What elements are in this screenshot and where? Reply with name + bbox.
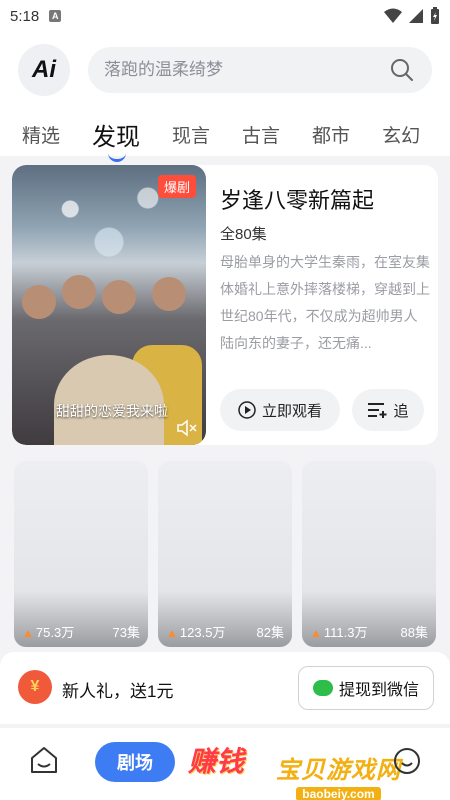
drama-grid-card[interactable]: ▲ 75.3万 73集 — [14, 461, 148, 647]
bonus-text: 新人礼，送1元 — [62, 682, 174, 701]
poster-figure — [62, 275, 96, 309]
episode-total: 73集 — [112, 625, 140, 640]
watermark-sub: baobeiy.com — [296, 787, 381, 800]
tab-ancient-romance[interactable]: 古言 — [242, 121, 280, 148]
search-bar[interactable] — [88, 47, 432, 93]
site-watermark: 宝贝游戏网 baobeiy.com — [276, 750, 401, 800]
follow-button[interactable]: 追 — [352, 389, 424, 431]
play-icon — [238, 401, 256, 419]
episode-total: 88集 — [400, 625, 428, 640]
featured-title[interactable]: 岁逢八零新篇起 — [220, 183, 374, 215]
tab-fantasy[interactable]: 玄幻 — [382, 121, 420, 148]
newcomer-bonus-bar: ¥ 新人礼，送1元 提现到微信 — [0, 652, 450, 724]
profile-icon[interactable] — [392, 746, 422, 776]
hot-badge: 爆剧 — [157, 175, 196, 198]
featured-synopsis: 母胎单身的大学生秦雨，在室友集体婚礼上意外摔落楼梯，穿越到上世纪80年代，不仅成… — [220, 254, 430, 351]
tab-modern-romance[interactable]: 现言 — [172, 121, 210, 148]
header: Ai 精选 发现 现言 古言 都市 玄幻 — [0, 32, 450, 162]
app-logo[interactable]: Ai — [18, 44, 70, 96]
episode-total: 82集 — [256, 625, 284, 640]
status-time: 5:18 — [10, 7, 40, 25]
featured-info: 岁逢八零新篇起 全80集 母胎单身的大学生秦雨，在室友集体婚礼上意外摔落楼梯，穿… — [220, 165, 430, 445]
search-icon[interactable] — [390, 58, 414, 82]
view-count: ▲ 75.3万 — [22, 622, 74, 641]
tab-discover[interactable]: 发现 — [92, 117, 140, 162]
battery-icon — [431, 7, 439, 24]
watermark-main: 宝贝游戏网 — [276, 757, 401, 784]
grid-card-meta: ▲ 75.3万 73集 — [14, 622, 148, 641]
watch-now-label: 立即观看 — [261, 402, 322, 420]
grid-card-meta: ▲ 123.5万 82集 — [158, 622, 292, 641]
mute-icon[interactable] — [176, 419, 198, 437]
home-icon[interactable] — [28, 744, 60, 776]
search-input[interactable] — [104, 60, 374, 80]
tab-selected[interactable]: 精选 — [22, 121, 60, 148]
fire-icon: ▲ — [310, 626, 322, 640]
view-count: ▲ 123.5万 — [166, 622, 225, 641]
poster-figure — [102, 280, 136, 314]
drama-grid-card[interactable]: ▲ 111.3万 88集 — [302, 461, 436, 647]
poster-figure — [22, 285, 56, 319]
notification-icon: A — [49, 10, 62, 22]
fire-icon: ▲ — [22, 626, 34, 640]
add-to-list-icon — [368, 403, 387, 418]
view-count-value: 123.5万 — [179, 625, 226, 640]
view-count-value: 111.3万 — [323, 625, 368, 640]
nav-theater-button[interactable]: 剧场 — [95, 742, 175, 782]
episode-count: 全80集 — [220, 226, 267, 243]
grid-card-meta: ▲ 111.3万 88集 — [302, 622, 436, 641]
wifi-icon — [384, 8, 402, 23]
withdraw-label: 提现到微信 — [338, 682, 419, 699]
status-bar: 5:18 A — [0, 0, 450, 32]
nav-earn-button[interactable]: 赚钱 — [188, 740, 244, 780]
money-bag-icon: ¥ — [18, 670, 52, 704]
view-count: ▲ 111.3万 — [310, 622, 368, 641]
signal-icon — [409, 9, 423, 23]
category-tabs: 精选 发现 现言 古言 都市 玄幻 — [0, 112, 450, 162]
poster-dress — [54, 355, 164, 445]
featured-poster[interactable]: 爆剧 甜甜的恋爱我来啦 — [12, 165, 206, 445]
withdraw-to-wechat-button[interactable]: 提现到微信 — [298, 666, 434, 710]
view-count-value: 75.3万 — [35, 625, 75, 640]
watch-now-button[interactable]: 立即观看 — [220, 389, 340, 431]
tab-urban[interactable]: 都市 — [312, 121, 350, 148]
poster-caption: 甜甜的恋爱我来啦 — [56, 403, 168, 419]
bottom-navigation: 剧场 赚钱 宝贝游戏网 baobeiy.com — [0, 728, 450, 800]
status-icons — [384, 7, 440, 25]
wechat-icon — [312, 680, 333, 696]
featured-drama-card[interactable]: 爆剧 甜甜的恋爱我来啦 岁逢八零新篇起 全80集 母胎单身的大学生秦雨，在室友集… — [12, 165, 438, 445]
poster-figure — [152, 277, 186, 311]
fire-icon: ▲ — [166, 626, 178, 640]
follow-label: 追 — [393, 402, 409, 420]
drama-grid-card[interactable]: ▲ 123.5万 82集 — [158, 461, 292, 647]
